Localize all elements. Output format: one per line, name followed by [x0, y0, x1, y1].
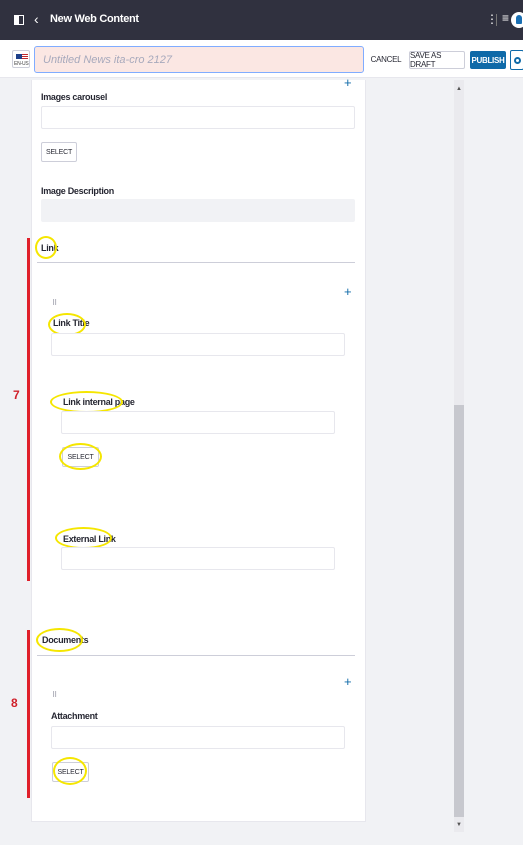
link-section-highlight — [35, 236, 57, 259]
section-divider — [37, 262, 355, 263]
sidebar-toggle-icon[interactable] — [14, 15, 24, 25]
user-avatar-icon[interactable] — [511, 12, 523, 28]
images-carousel-field[interactable] — [41, 106, 355, 129]
annotation-number-7: 7 — [13, 388, 20, 402]
section-divider — [37, 655, 355, 656]
flag-stripes — [22, 54, 28, 59]
add-field-plus-icon[interactable]: + — [344, 675, 352, 688]
select-highlight — [59, 443, 102, 470]
back-chevron-icon[interactable]: ‹ — [34, 11, 39, 27]
external-link-highlight — [55, 527, 112, 549]
attachment-field[interactable] — [51, 726, 345, 749]
link-internal-page-field[interactable] — [61, 411, 335, 434]
external-link-field[interactable] — [61, 547, 335, 570]
scrollbar-thumb[interactable] — [454, 405, 464, 817]
cancel-button[interactable]: CANCEL — [369, 49, 403, 69]
title-input-wrapper — [34, 46, 364, 73]
drag-handle-icon[interactable]: ⠿ — [52, 692, 57, 699]
attachment-label: Attachment — [51, 711, 98, 721]
scroll-down-arrow-icon[interactable]: ▼ — [456, 822, 462, 828]
locale-flag-button[interactable]: EN-US — [12, 50, 30, 68]
publish-button[interactable]: PUBLISH — [470, 51, 506, 69]
add-field-plus-icon[interactable]: + — [344, 76, 352, 89]
image-description-field[interactable] — [41, 199, 355, 222]
page-title: New Web Content — [50, 13, 139, 25]
add-field-plus-icon[interactable]: + — [344, 285, 352, 298]
top-navigation-bar: ‹ New Web Content ⋮ ≡ — [0, 0, 523, 40]
images-select-button[interactable]: SELECT — [41, 142, 77, 162]
drag-handle-icon[interactable]: ⠿ — [52, 300, 57, 307]
section-8-bracket — [27, 630, 30, 798]
section-7-bracket — [27, 238, 30, 581]
gear-icon[interactable] — [510, 50, 523, 70]
select-highlight — [53, 757, 87, 785]
image-description-label: Image Description — [41, 186, 114, 196]
scroll-up-arrow-icon[interactable]: ▲ — [456, 86, 462, 92]
title-input[interactable] — [35, 47, 363, 72]
hamburger-icon[interactable]: ≡ — [502, 11, 509, 25]
locale-label: EN-US — [14, 61, 29, 67]
annotation-number-8: 8 — [11, 696, 18, 710]
save-as-draft-button[interactable]: SAVE AS DRAFT — [409, 51, 465, 69]
images-carousel-label: Images carousel — [41, 92, 108, 102]
link-title-field[interactable] — [51, 333, 345, 356]
divider — [496, 14, 497, 26]
link-internal-highlight — [50, 391, 123, 413]
documents-section-highlight — [36, 628, 83, 652]
